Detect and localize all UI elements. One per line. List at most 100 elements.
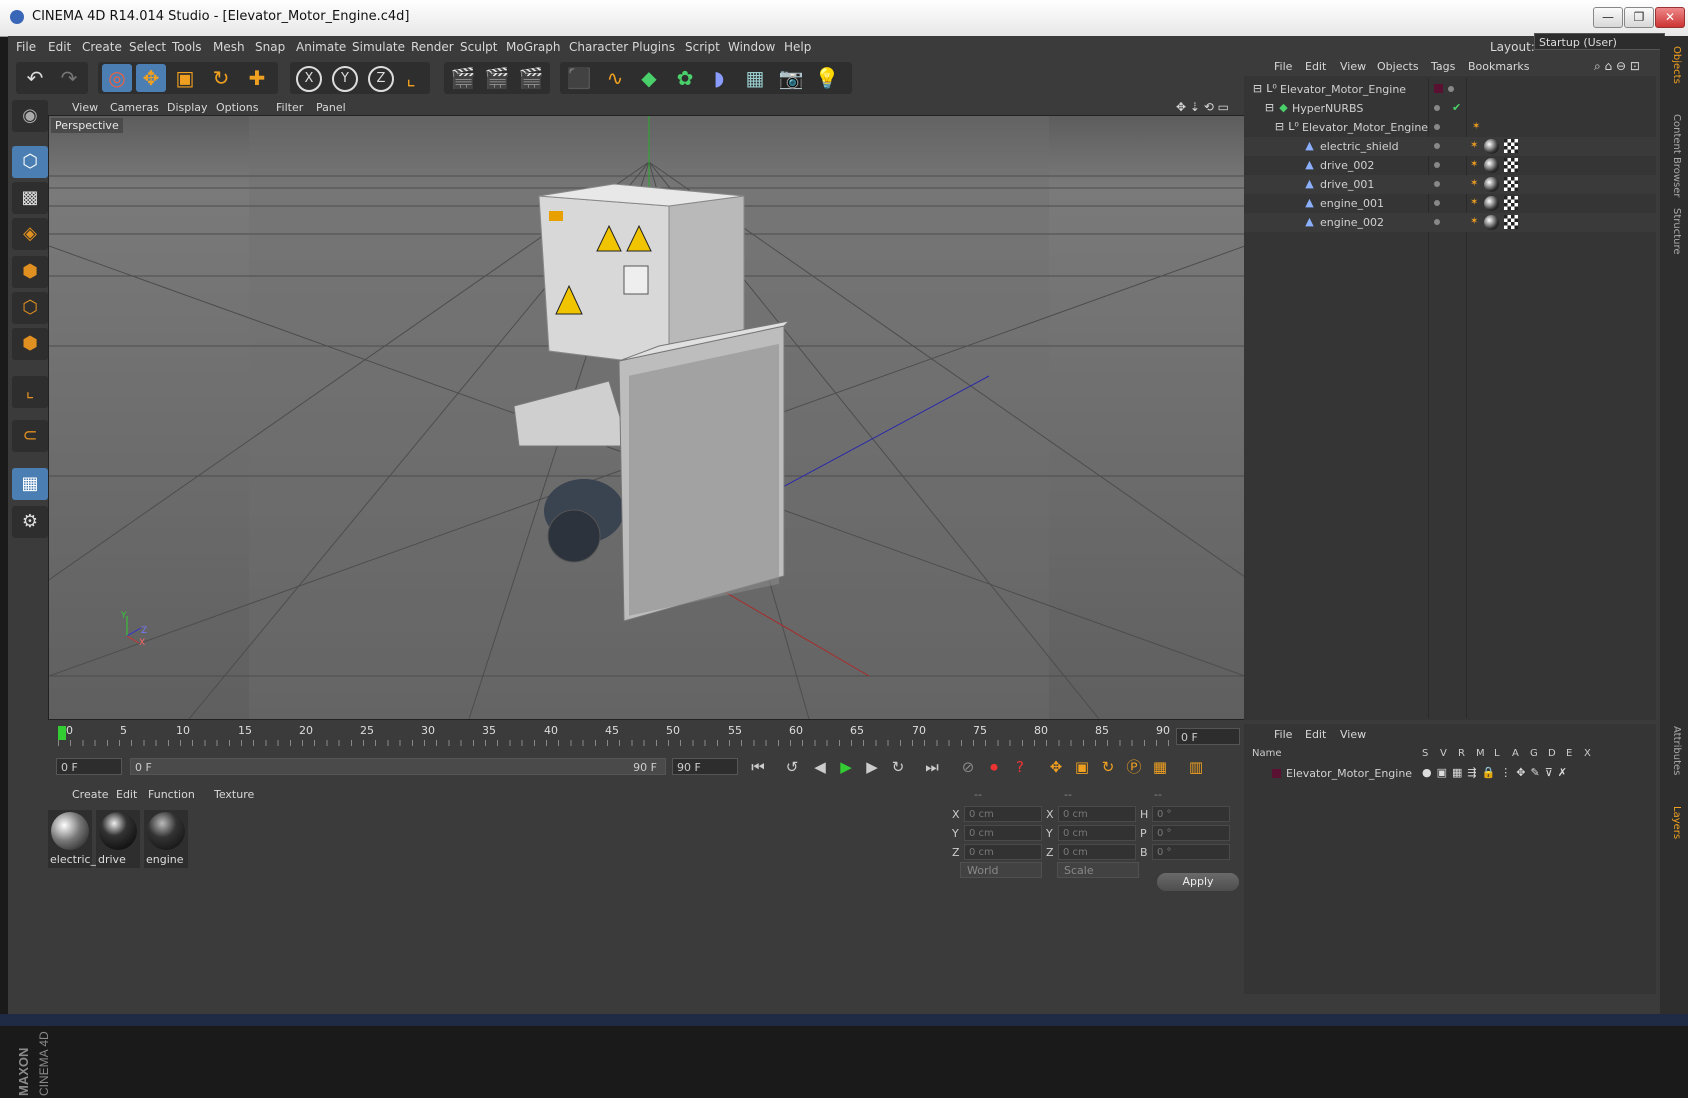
live-selection-icon[interactable]: ◎ [102, 64, 132, 92]
object-row[interactable]: ⊟ ◆ HyperNURBS ✔ [1244, 99, 1656, 118]
enabled-check-icon[interactable]: ✔ [1452, 101, 1461, 114]
menu-tools[interactable]: Tools [172, 40, 202, 54]
light-icon[interactable]: 💡 [812, 64, 842, 92]
layer-col-manager[interactable]: M [1476, 748, 1485, 759]
floor-icon[interactable]: ▦ [740, 64, 770, 92]
om-menu-file[interactable]: File [1274, 60, 1292, 73]
vp-menu-filter[interactable]: Filter [276, 101, 303, 114]
timeline-window-icon[interactable]: ▥ [1184, 756, 1208, 778]
object-row[interactable]: ▲ engine_001 ✶ [1244, 194, 1656, 213]
add-object-icon[interactable]: ✚ [242, 64, 272, 92]
key-pla-icon[interactable]: ▦ [1148, 756, 1172, 778]
vp-menu-cameras[interactable]: Cameras [110, 101, 159, 114]
render-settings-icon[interactable]: 🎬 [516, 64, 546, 92]
menu-sculpt[interactable]: Sculpt [460, 40, 497, 54]
object-row[interactable]: ⊟ L⁰ Elevator_Motor_Engine [1244, 80, 1656, 99]
mm-menu-function[interactable]: Function [148, 788, 195, 801]
phong-tag-icon[interactable]: ✶ [1470, 178, 1480, 189]
expand-icon[interactable]: ⊟ [1264, 102, 1275, 113]
visibility-dot[interactable] [1434, 200, 1440, 206]
key-position-icon[interactable]: ✥ [1044, 756, 1068, 778]
axis-mode-icon[interactable]: ⌞ [12, 376, 48, 408]
viewport-camera-label[interactable]: Perspective [51, 118, 123, 133]
layer-col-generators[interactable]: G [1530, 748, 1538, 759]
restore-button[interactable]: ❐ [1624, 7, 1654, 28]
lm-menu-view[interactable]: View [1340, 728, 1366, 741]
playhead[interactable] [58, 726, 66, 740]
material-tag-icon[interactable] [1484, 177, 1499, 192]
rotation-p-field[interactable]: 0 ° [1152, 825, 1230, 841]
layer-col-animation[interactable]: A [1512, 748, 1519, 759]
menu-animate[interactable]: Animate [296, 40, 346, 54]
redo-icon[interactable]: ↷ [54, 64, 84, 92]
menu-render[interactable]: Render [411, 40, 454, 54]
mm-menu-texture[interactable]: Texture [214, 788, 254, 801]
phong-tag-icon[interactable]: ✶ [1470, 216, 1480, 227]
go-to-end-icon[interactable]: ⏭ [920, 756, 944, 778]
position-z-field[interactable]: 0 cm [964, 844, 1042, 860]
uvw-tag-icon[interactable] [1504, 215, 1518, 229]
array-icon[interactable]: ✿ [670, 64, 700, 92]
mm-menu-create[interactable]: Create [72, 788, 109, 801]
x-axis-lock-icon[interactable]: X [296, 66, 322, 92]
menu-mograph[interactable]: MoGraph [506, 40, 561, 54]
visibility-dot[interactable] [1434, 143, 1440, 149]
layer-col-view[interactable]: V [1440, 748, 1447, 759]
timeline-ruler[interactable]: 0 5 10 15 20 25 30 35 40 45 50 55 60 65 … [48, 720, 1244, 750]
play-icon[interactable]: ▶ [834, 756, 858, 778]
menu-help[interactable]: Help [784, 40, 811, 54]
uvw-tag-icon[interactable] [1504, 196, 1518, 210]
menu-simulate[interactable]: Simulate [352, 40, 405, 54]
texture-mode-icon[interactable]: ▩ [12, 182, 48, 214]
menu-plugins[interactable]: Plugins [632, 40, 675, 54]
tab-objects[interactable]: Objects [1666, 46, 1682, 84]
autokey-icon[interactable]: ⏺ [982, 756, 1006, 778]
om-menu-edit[interactable]: Edit [1305, 60, 1326, 73]
om-menu-objects[interactable]: Objects [1377, 60, 1419, 73]
layout-dropdown[interactable]: Startup (User) [1534, 33, 1665, 50]
menu-file[interactable]: File [16, 40, 36, 54]
model-mode-icon[interactable]: ⬡ [12, 146, 48, 178]
visibility-dot[interactable] [1448, 86, 1454, 92]
workplane-mode-icon[interactable]: ◈ [12, 218, 48, 250]
magnet-icon[interactable]: ⊂ [12, 420, 48, 452]
layer-col-solo[interactable]: S [1422, 748, 1428, 759]
expand-icon[interactable]: ⊟ [1274, 121, 1285, 132]
tab-structure[interactable]: Structure [1666, 208, 1682, 255]
render-picture-viewer-icon[interactable]: 🎬 [482, 64, 512, 92]
edges-mode-icon[interactable]: ⬡ [12, 292, 48, 324]
next-key-icon[interactable]: ↻ [886, 756, 910, 778]
uvw-tag-icon[interactable] [1504, 177, 1518, 191]
layer-name-column[interactable]: Name [1252, 748, 1282, 759]
y-axis-lock-icon[interactable]: Y [332, 66, 358, 92]
tab-content-browser[interactable]: Content Browser [1666, 114, 1682, 197]
current-frame-field[interactable]: 0 F [1176, 728, 1240, 745]
render-view-icon[interactable]: 🎬 [448, 64, 478, 92]
menu-window[interactable]: Window [728, 40, 775, 54]
size-mode-dropdown[interactable]: Scale [1057, 862, 1139, 878]
layer-row[interactable]: Elevator_Motor_Engine ●▣▦⇶🔒⋮✥✎⊽✗ [1244, 764, 1656, 783]
position-y-field[interactable]: 0 cm [964, 825, 1042, 841]
object-row[interactable]: ▲ drive_002 ✶ [1244, 156, 1656, 175]
record-keys-icon[interactable]: ⊘ [956, 756, 980, 778]
layer-flag-icons[interactable]: ●▣▦⇶🔒⋮✥✎⊽✗ [1422, 766, 1572, 779]
points-mode-icon[interactable]: ⬢ [12, 256, 48, 288]
lm-menu-edit[interactable]: Edit [1305, 728, 1326, 741]
vp-menu-display[interactable]: Display [167, 101, 208, 114]
material-tag-icon[interactable] [1484, 139, 1499, 154]
lm-menu-file[interactable]: File [1274, 728, 1292, 741]
layer-col-expressions[interactable]: E [1566, 748, 1572, 759]
workplane-lock-icon[interactable]: ▦ [12, 468, 48, 500]
move-icon[interactable]: ✥ [136, 64, 166, 92]
size-y-field[interactable]: 0 cm [1058, 825, 1136, 841]
visibility-dot[interactable] [1434, 105, 1440, 111]
frame-range-slider[interactable]: 0 F 90 F [130, 758, 666, 775]
om-search-home-icons[interactable]: ⌕ ⌂ ⊖ ⊡ [1594, 59, 1640, 74]
menu-select[interactable]: Select [129, 40, 166, 54]
end-frame-field[interactable]: 90 F [672, 758, 738, 775]
om-menu-bookmarks[interactable]: Bookmarks [1468, 60, 1529, 73]
viewport-navigation-icons[interactable]: ✥ ⇣ ⟲ ▭ [1176, 100, 1229, 114]
z-axis-lock-icon[interactable]: Z [368, 66, 394, 92]
start-frame-field[interactable]: 0 F [56, 758, 122, 775]
object-row[interactable]: ▲ engine_002 ✶ [1244, 213, 1656, 232]
